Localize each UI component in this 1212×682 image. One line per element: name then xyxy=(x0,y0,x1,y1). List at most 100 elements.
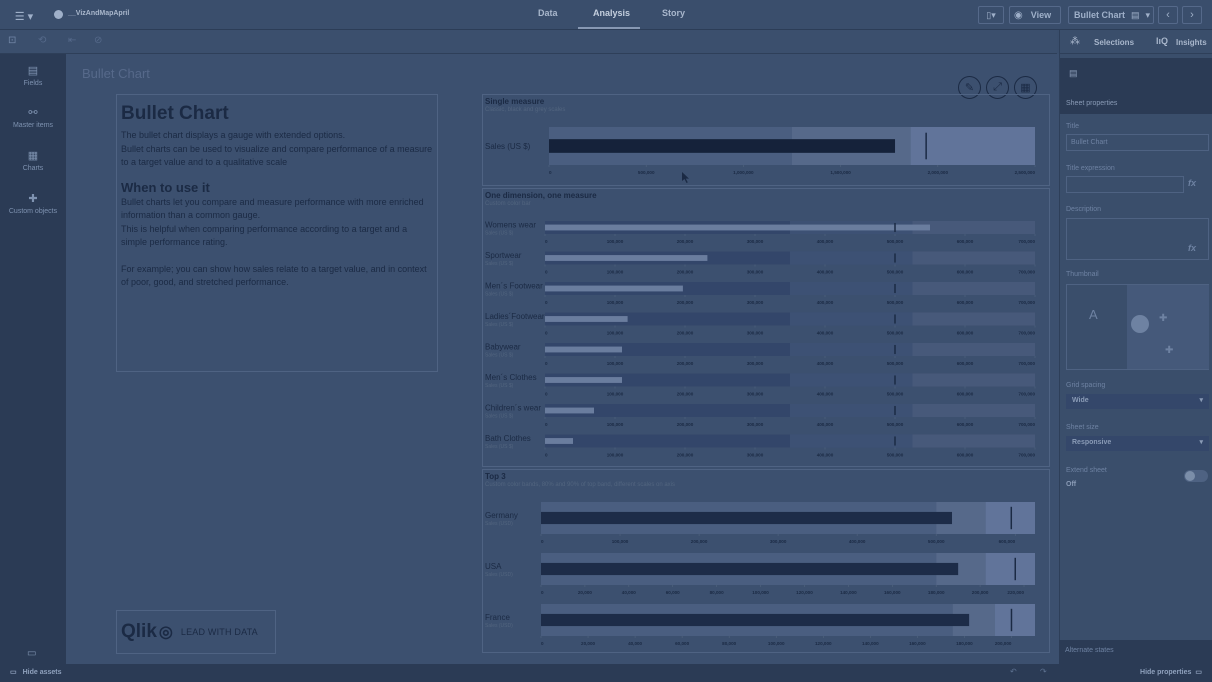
device-preview-button[interactable]: ▯▾ xyxy=(978,6,1004,24)
row-label: Children´s wear xyxy=(485,404,541,413)
row-sublabel: Sales (US $) xyxy=(485,383,514,389)
app-name[interactable]: __VizAndMapApril xyxy=(68,10,129,17)
range-band xyxy=(912,343,1035,356)
thumbnail-picker[interactable]: A ✚ ✚ xyxy=(1066,284,1209,370)
value-bar xyxy=(545,285,683,292)
smart-search-icon[interactable]: ⊡ xyxy=(8,35,16,46)
panel-icon: ▭ xyxy=(1195,669,1202,676)
tick-label: 400,000 xyxy=(817,422,834,427)
tick-label: 100,000 xyxy=(607,239,624,244)
title-expression-label: Title expression xyxy=(1066,165,1115,172)
tick-label: 300,000 xyxy=(747,392,764,397)
row-sublabel: Sales (US $) xyxy=(485,353,514,359)
assets-panel: ▤ Fields ⚯ Master items ▦ Charts ✚ Custo… xyxy=(0,54,66,664)
tick-label: 500,000 xyxy=(887,331,904,336)
tab-analysis[interactable]: Analysis xyxy=(593,8,630,18)
tick-label: 200,000 xyxy=(677,239,694,244)
tick-label: 2,000,000 xyxy=(928,170,949,175)
lasso-icon[interactable]: ⟲ xyxy=(38,35,46,46)
hide-assets-button[interactable]: ▭ Hide assets xyxy=(10,668,62,676)
alternate-states[interactable]: Alternate states xyxy=(1059,640,1212,664)
tick-label: 700,000 xyxy=(1018,300,1035,305)
row-label: Sales (US $) xyxy=(485,142,531,151)
tick-label: 400,000 xyxy=(817,331,834,336)
value-bar xyxy=(541,613,970,627)
sidebar-item-charts[interactable]: ▦ Charts xyxy=(0,149,66,172)
value-bar xyxy=(541,562,959,576)
range-band xyxy=(912,404,1035,417)
tab-data[interactable]: Data xyxy=(538,8,558,18)
tick-label: 160,000 xyxy=(884,590,901,595)
sheet-icon: ▤ xyxy=(1131,9,1140,20)
tick-label: 600,000 xyxy=(957,300,974,305)
range-band xyxy=(912,373,1035,387)
fx-button[interactable]: fx xyxy=(1188,178,1196,188)
sidebar-item-master-items[interactable]: ⚯ Master items xyxy=(0,106,66,129)
tick-label: 200,000 xyxy=(677,453,694,458)
view-label: View xyxy=(1030,10,1052,20)
tick-label: 200,000 xyxy=(677,300,694,305)
chart-plot: Sales (US $) 0 500,000 1,000,000 1,500,000 2,… xyxy=(485,127,1035,175)
extend-sheet-toggle[interactable] xyxy=(1184,470,1208,482)
description-input[interactable] xyxy=(1066,218,1209,260)
tick-label: 700,000 xyxy=(1018,453,1035,458)
tick-label: 700,000 xyxy=(1018,422,1035,427)
hide-properties-button[interactable]: Hide properties ▭ xyxy=(1140,668,1202,676)
range-band xyxy=(912,282,1035,295)
collapse-panel-icon[interactable]: ▭ xyxy=(27,648,36,659)
sheet-selector[interactable]: Bullet Chart ▤ ▾ xyxy=(1068,6,1154,24)
redo-icon[interactable]: ↷ xyxy=(1040,667,1047,676)
textbox-paragraph: For example; you can show how sales rela… xyxy=(121,263,427,288)
sidebar-item-fields[interactable]: ▤ Fields xyxy=(0,64,66,87)
textbox-paragraph: Bullet charts let you compare and measur… xyxy=(121,196,424,221)
global-menu-button[interactable]: ☰ ▾ xyxy=(10,7,38,25)
row-label: Womens wear xyxy=(485,221,536,230)
insights-tab[interactable]: Insights xyxy=(1176,38,1207,47)
puzzle-icon: ✚ xyxy=(1159,313,1168,324)
selections-icon[interactable]: ⁂ xyxy=(1070,36,1080,47)
sheet-size-select[interactable]: Responsive ▾ xyxy=(1066,436,1209,451)
text-description-box[interactable]: Bullet Chart The bullet chart displays a… xyxy=(116,94,438,372)
insights-icon[interactable]: lıQ xyxy=(1156,36,1168,46)
row-sublabel: Sales (US $) xyxy=(485,292,514,298)
textbox-subheading: When to use it xyxy=(121,179,210,195)
sheet-title: Bullet Chart xyxy=(82,66,150,81)
bottom-bar: ▭ Hide assets ↶ ↷ Hide properties ▭ xyxy=(0,664,1212,682)
tick-label: 0 xyxy=(545,300,548,305)
view-button[interactable]: ◉ View xyxy=(1009,6,1061,24)
description-label: Description xyxy=(1066,206,1102,213)
range-band xyxy=(790,343,913,356)
title-expression-input[interactable] xyxy=(1066,176,1184,193)
next-sheet-button[interactable]: › xyxy=(1182,6,1202,24)
tick-label: 600,000 xyxy=(957,422,974,427)
clear-selections-icon[interactable]: ⊘ xyxy=(94,35,102,46)
tick-label: 300,000 xyxy=(770,539,787,544)
fx-button[interactable]: fx xyxy=(1188,243,1196,253)
puzzle-icon: ✚ xyxy=(28,193,38,205)
sidebar-item-custom-objects[interactable]: ✚ Custom objects xyxy=(0,192,66,215)
textbox-paragraph: Bullet charts can be used to visualize a… xyxy=(121,143,433,168)
bullet-chart-single-measure[interactable]: Single measure Classic, black and grey s… xyxy=(482,94,1050,186)
tab-story[interactable]: Story xyxy=(662,8,685,18)
extend-sheet-value: Off xyxy=(1066,481,1077,488)
bullet-chart-one-dimension[interactable]: One dimension, one measure Custom color … xyxy=(482,188,1050,467)
title-input[interactable]: Bullet Chart xyxy=(1066,134,1209,151)
tick-label: 100,000 xyxy=(607,270,624,275)
undo-icon[interactable]: ↶ xyxy=(1010,667,1017,676)
chevron-down-icon: ▾ xyxy=(1199,439,1203,446)
row-sublabel: Sales (US $) xyxy=(485,444,514,450)
grid-spacing-select[interactable]: Wide ▾ xyxy=(1066,394,1209,409)
tick-label: 300,000 xyxy=(747,300,764,305)
step-back-icon[interactable]: ⇤ xyxy=(68,35,76,46)
tick-label: 100,000 xyxy=(607,392,624,397)
tick-label: 100,000 xyxy=(768,641,785,646)
tick-label: 200,000 xyxy=(972,590,989,595)
tick-label: 400,000 xyxy=(817,453,834,458)
bullet-chart-top3[interactable]: Top 3 Custom color bands, 80% and 90% of… xyxy=(482,469,1050,653)
selections-tab[interactable]: Selections xyxy=(1094,38,1134,47)
tick-label: 200,000 xyxy=(677,331,694,336)
row-label: Men´s Footwear xyxy=(485,282,543,291)
eye-icon: ◉ xyxy=(1014,9,1023,21)
tick-label: 0 xyxy=(545,239,548,244)
previous-sheet-button[interactable]: ‹ xyxy=(1158,6,1178,24)
